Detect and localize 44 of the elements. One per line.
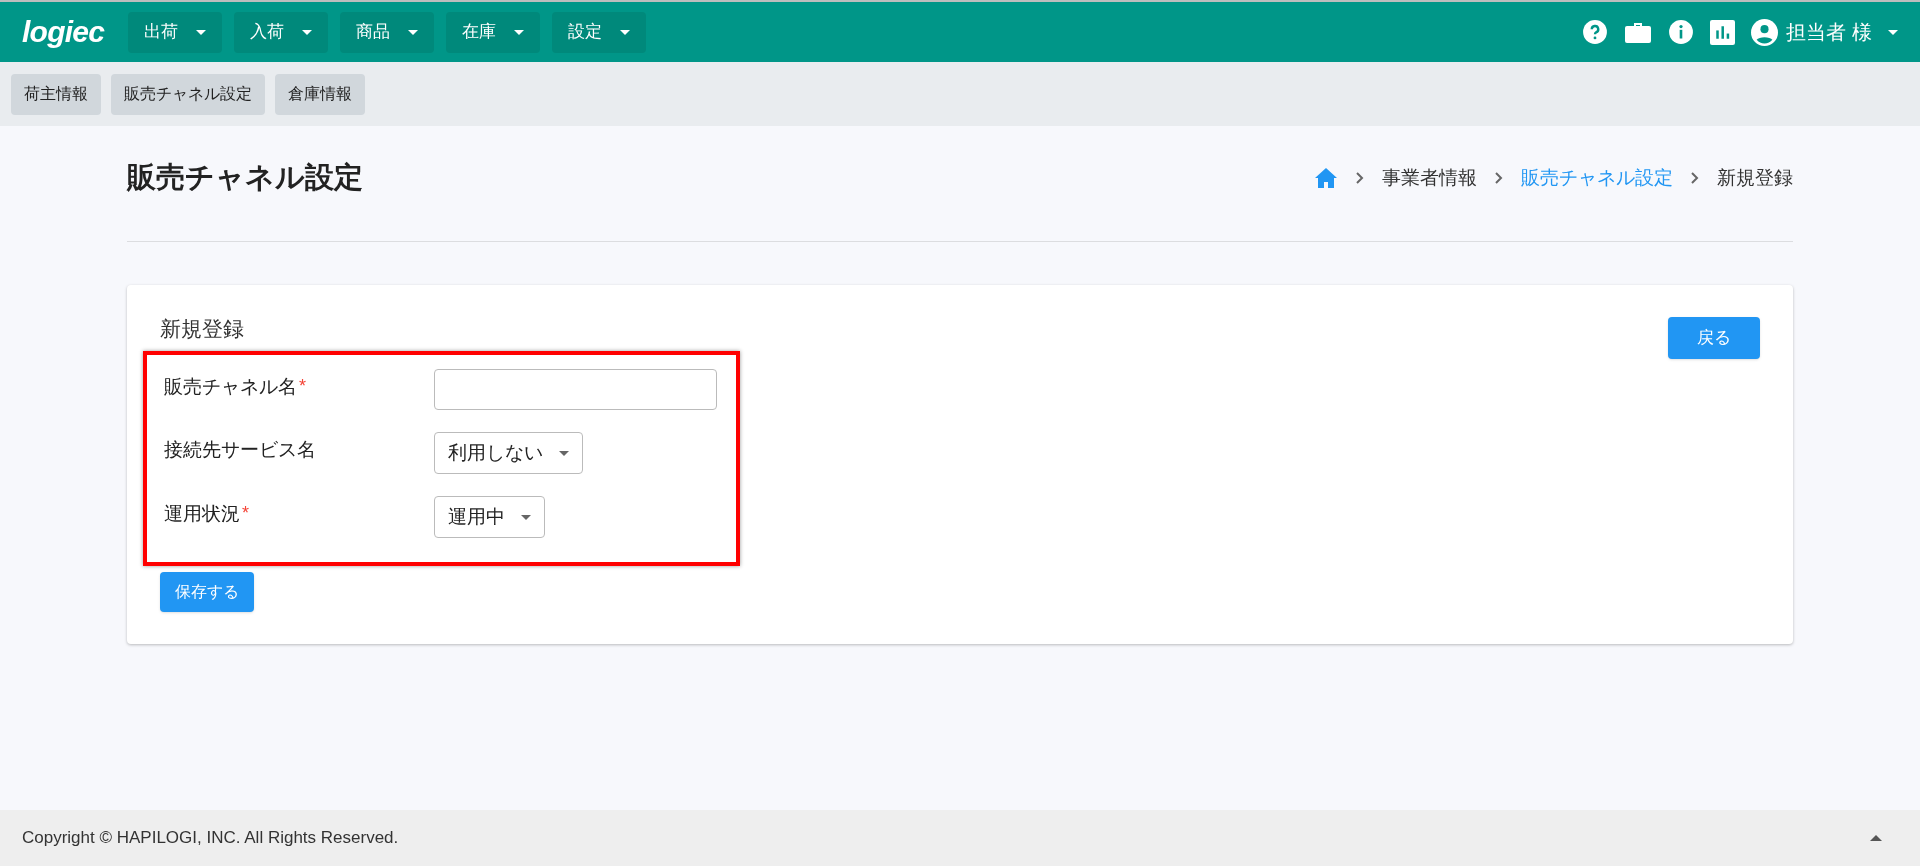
- page-title: 販売チャネル設定: [127, 160, 363, 196]
- select-field[interactable]: 利用しない: [434, 432, 583, 474]
- logo[interactable]: logiec: [22, 17, 105, 47]
- subnav-tab[interactable]: 荷主情報: [11, 73, 101, 115]
- field-label: 運用状況: [164, 502, 240, 526]
- home-icon[interactable]: [1314, 167, 1338, 189]
- caret-icon: [408, 29, 419, 35]
- required-mark: *: [242, 502, 249, 525]
- required-mark: *: [299, 375, 306, 398]
- breadcrumb-link[interactable]: 販売チャネル設定: [1521, 163, 1673, 193]
- field-label: 販売チャネル名: [164, 375, 297, 399]
- select-field[interactable]: 運用中: [434, 496, 545, 538]
- caret-icon: [196, 29, 207, 35]
- chevron-icon: [1356, 172, 1364, 184]
- breadcrumb-item: 新規登録: [1717, 165, 1793, 190]
- subnav-tab[interactable]: 倉庫情報: [275, 73, 365, 115]
- card-title: 新規登録: [160, 316, 244, 342]
- menu-button[interactable]: 出荷: [128, 11, 223, 53]
- breadcrumb-item: 事業者情報: [1382, 165, 1477, 190]
- copyright-text: Copyright © HAPILOGI, INC. All Rights Reserved.: [22, 827, 399, 850]
- subnav-tab[interactable]: 販売チャネル設定: [111, 73, 265, 115]
- info-icon[interactable]: [1668, 19, 1695, 45]
- caret-icon: [559, 450, 569, 456]
- caret-icon: [1888, 29, 1898, 35]
- chevron-icon: [1495, 172, 1503, 184]
- caret-icon: [514, 29, 525, 35]
- menu-button[interactable]: 設定: [552, 11, 647, 53]
- chevron-icon: [1691, 172, 1699, 184]
- back-button[interactable]: 戻る: [1668, 317, 1760, 359]
- user-name: 担当者 様: [1786, 20, 1872, 45]
- account-icon: [1751, 18, 1779, 46]
- caret-icon: [302, 29, 313, 35]
- caret-icon: [620, 29, 631, 35]
- bar-chart-icon[interactable]: [1710, 19, 1736, 45]
- scroll-top-icon[interactable]: [1870, 835, 1882, 841]
- caret-icon: [521, 514, 531, 520]
- input-field[interactable]: [434, 369, 717, 410]
- user-menu[interactable]: 担当者 様: [1751, 17, 1898, 47]
- help-icon[interactable]: [1582, 19, 1609, 45]
- menu-button[interactable]: 入荷: [234, 11, 329, 53]
- field-label: 接続先サービス名: [164, 438, 316, 462]
- save-button[interactable]: 保存する: [160, 572, 254, 612]
- menu-button[interactable]: 在庫: [446, 11, 541, 53]
- menu-button[interactable]: 商品: [340, 11, 435, 53]
